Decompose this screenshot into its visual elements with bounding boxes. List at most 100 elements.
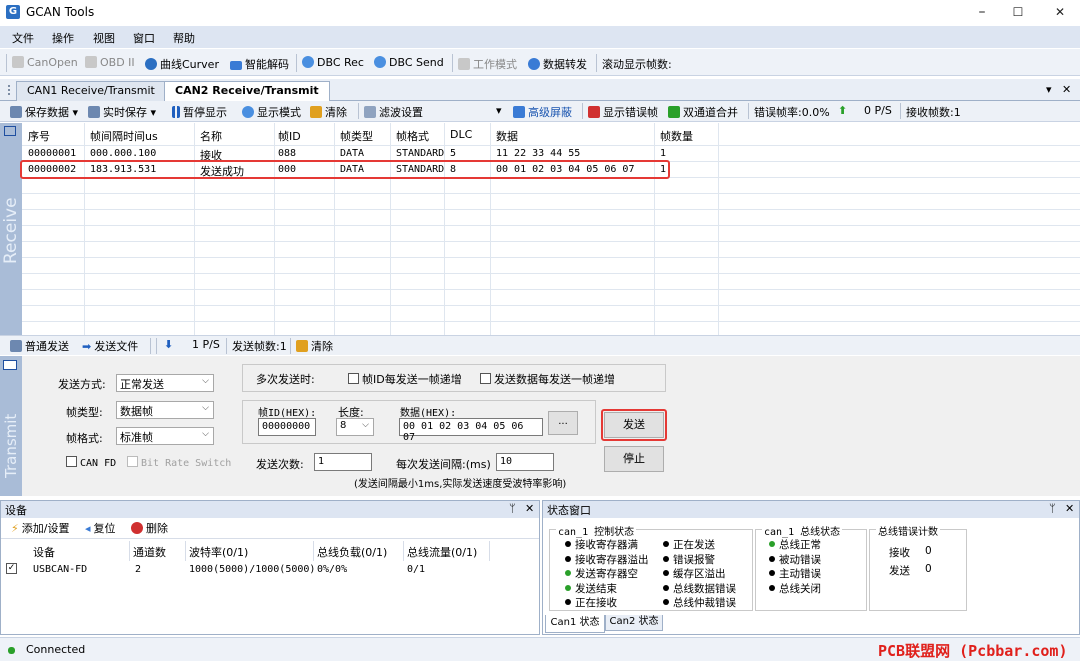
device-col-header[interactable]: 设备 bbox=[33, 544, 55, 560]
tab-can1[interactable]: CAN1 Receive/Transmit bbox=[16, 81, 166, 101]
status-dot-icon bbox=[663, 584, 669, 591]
tab-dropdown-icon[interactable]: ▾ bbox=[1046, 83, 1052, 96]
id-increment-checkbox[interactable]: 帧ID每发送一帧递增 bbox=[348, 371, 462, 387]
menu-view[interactable]: 视图 bbox=[93, 30, 115, 46]
tab-can2[interactable]: CAN2 Receive/Transmit bbox=[164, 81, 330, 101]
device-checkbox[interactable]: ✓ bbox=[6, 563, 17, 574]
channels-col-header[interactable]: 通道数 bbox=[133, 544, 166, 560]
curver-button[interactable]: 曲线Curver bbox=[145, 56, 219, 72]
device-row[interactable]: ✓ USBCAN-FD 2 1000(5000)/1000(5000) 0%/0… bbox=[1, 561, 539, 577]
clear-receive-button[interactable]: 清除 bbox=[310, 104, 347, 120]
bus-traffic-col-header[interactable]: 总线流量(0/1) bbox=[407, 544, 477, 560]
save-data-button[interactable]: 保存数据 ▾ bbox=[10, 104, 78, 120]
checkbox-icon bbox=[348, 373, 359, 384]
pin-icon[interactable]: ᛘ bbox=[509, 502, 516, 515]
receive-table[interactable]: 序号 帧间隔时间us 名称 帧ID 帧类型 帧格式 DLC 数据 帧数量 000… bbox=[4, 123, 1080, 338]
filter-dropdown-icon[interactable]: ▾ bbox=[496, 104, 502, 117]
col-header-dlc[interactable]: DLC bbox=[450, 128, 472, 141]
delete-button[interactable]: 删除 bbox=[131, 520, 168, 536]
show-error-frame-button[interactable]: 显示错误帧 bbox=[588, 104, 658, 120]
status-green-dot-icon bbox=[565, 570, 571, 576]
ctrl-status-item: 接收寄存器满 bbox=[565, 537, 649, 552]
stop-button[interactable]: 停止 bbox=[604, 446, 664, 472]
obd-button[interactable]: OBD II bbox=[85, 56, 135, 69]
minimize-button[interactable]: – bbox=[964, 0, 1000, 25]
pause-display-button[interactable]: 暂停显示 bbox=[172, 104, 227, 120]
dbc-send-button[interactable]: DBC Send bbox=[374, 56, 444, 69]
error-count-title: 总线错误计数 bbox=[876, 523, 940, 538]
transmit-panel: 发送方式: 正常发送 ⌵ 帧类型: 数据帧 ⌵ 帧格式: 标准帧 ⌵ CAN FD B… bbox=[22, 356, 1080, 496]
scroll-display-label: 滚动显示帧数: bbox=[602, 58, 672, 71]
col-header-seq[interactable]: 序号 bbox=[28, 128, 50, 144]
col-header-interval[interactable]: 帧间隔时间us bbox=[90, 128, 158, 144]
menu-help[interactable]: 帮助 bbox=[173, 30, 195, 46]
realtime-save-button[interactable]: 实时保存 ▾ bbox=[88, 104, 156, 120]
send-mode-select[interactable]: 正常发送 ⌵ bbox=[116, 374, 214, 392]
length-select[interactable]: 8 ⌵ bbox=[336, 418, 374, 436]
display-mode-button[interactable]: 显示模式 bbox=[242, 104, 301, 120]
clear-send-button[interactable]: 清除 bbox=[296, 338, 333, 354]
advanced-mask-button[interactable]: 高级屏蔽 bbox=[513, 104, 572, 120]
send-file-button[interactable]: ➡ 发送文件 bbox=[82, 338, 138, 354]
col-header-frame-type[interactable]: 帧类型 bbox=[340, 128, 373, 144]
status-bar: Connected PCB联盟网 (Pcbbar.com) bbox=[0, 637, 1080, 661]
status-green-dot-icon bbox=[769, 541, 775, 547]
table-row[interactable]: 00000001 000.000.100 接收 088 DATA STANDAR… bbox=[22, 146, 1080, 162]
checkbox-icon bbox=[480, 373, 491, 384]
bitrate-switch-checkbox[interactable]: Bit Rate Switch bbox=[127, 456, 231, 469]
data-more-button[interactable]: ... bbox=[548, 411, 578, 435]
data-increment-checkbox[interactable]: 发送数据每发送一帧递增 bbox=[480, 371, 615, 387]
cell-frame-id: 088 bbox=[278, 148, 297, 159]
col-header-name[interactable]: 名称 bbox=[200, 128, 222, 144]
data-hex-input[interactable]: 00 01 02 03 04 05 06 07 bbox=[399, 418, 543, 443]
data-forward-button[interactable]: 数据转发 bbox=[528, 56, 587, 72]
obd-icon bbox=[85, 56, 97, 68]
close-icon[interactable]: ✕ bbox=[1065, 502, 1074, 515]
close-icon[interactable]: ✕ bbox=[525, 502, 534, 515]
tab-can2-status[interactable]: Can2 状态 bbox=[605, 615, 663, 631]
menu-file[interactable]: 文件 bbox=[12, 30, 34, 46]
err-send-label: 发送 bbox=[889, 565, 910, 577]
close-button[interactable]: ✕ bbox=[1042, 0, 1078, 25]
menu-window[interactable]: 窗口 bbox=[133, 30, 155, 46]
frame-type-select[interactable]: 数据帧 ⌵ bbox=[116, 401, 214, 419]
title-bar: G GCAN Tools – ☐ ✕ bbox=[0, 0, 1080, 25]
send-times-input[interactable]: 1 bbox=[314, 453, 372, 471]
add-settings-button[interactable]: ⚡ 添加/设置 bbox=[11, 520, 69, 536]
filter-settings-button[interactable]: 滤波设置 bbox=[364, 104, 423, 120]
frame-format-select[interactable]: 标准帧 ⌵ bbox=[116, 427, 214, 445]
connection-status-text: Connected bbox=[26, 643, 86, 656]
merge-icon bbox=[668, 106, 680, 118]
work-mode-button[interactable]: 工作模式 bbox=[458, 56, 517, 72]
baudrate-col-header[interactable]: 波特率(0/1) bbox=[189, 544, 248, 560]
chevron-down-icon: ⌵ bbox=[362, 420, 369, 430]
status-dot-icon bbox=[565, 555, 571, 562]
col-header-frame-id[interactable]: 帧ID bbox=[278, 128, 301, 144]
bus-load-col-header[interactable]: 总线负载(0/1) bbox=[317, 544, 387, 560]
canopen-icon bbox=[12, 56, 24, 68]
canfd-checkbox[interactable]: CAN FD bbox=[66, 456, 116, 469]
col-header-data[interactable]: 数据 bbox=[496, 128, 518, 144]
error-rate-text: 错误帧率:0.0% bbox=[754, 106, 830, 119]
normal-send-button[interactable]: 普通发送 bbox=[10, 338, 69, 354]
col-header-count[interactable]: 帧数量 bbox=[660, 128, 693, 144]
dual-channel-merge-button[interactable]: 双通道合并 bbox=[668, 104, 738, 120]
bus-status-item: 总线正常 bbox=[769, 537, 821, 552]
reset-button[interactable]: ◂ 复位 bbox=[85, 520, 116, 536]
tab-can1-status[interactable]: Can1 状态 bbox=[545, 615, 605, 633]
menu-operate[interactable]: 操作 bbox=[52, 30, 74, 46]
dbc-rec-button[interactable]: DBC Rec bbox=[302, 56, 364, 69]
interval-input[interactable]: 10 bbox=[496, 453, 554, 471]
pin-icon[interactable]: ᛘ bbox=[1049, 502, 1056, 515]
canopen-button[interactable]: CanOpen bbox=[12, 56, 78, 69]
receive-toolbar: 保存数据 ▾ 实时保存 ▾ 暂停显示 显示模式 清除 滤波设置 ▾ 高级屏蔽 显… bbox=[0, 101, 1080, 122]
err-send-value: 0 bbox=[925, 563, 932, 575]
frame-id-input[interactable]: 00000000 bbox=[258, 418, 316, 436]
device-bus-traffic: 0/1 bbox=[407, 564, 426, 575]
smart-decode-button[interactable]: 智能解码 bbox=[230, 56, 289, 72]
tab-close-icon[interactable]: ✕ bbox=[1062, 83, 1071, 96]
col-header-frame-format[interactable]: 帧格式 bbox=[396, 128, 429, 144]
chevron-down-icon: ⌵ bbox=[202, 429, 209, 439]
maximize-button[interactable]: ☐ bbox=[1000, 0, 1036, 25]
frame-format-label: 帧格式: bbox=[66, 432, 103, 445]
